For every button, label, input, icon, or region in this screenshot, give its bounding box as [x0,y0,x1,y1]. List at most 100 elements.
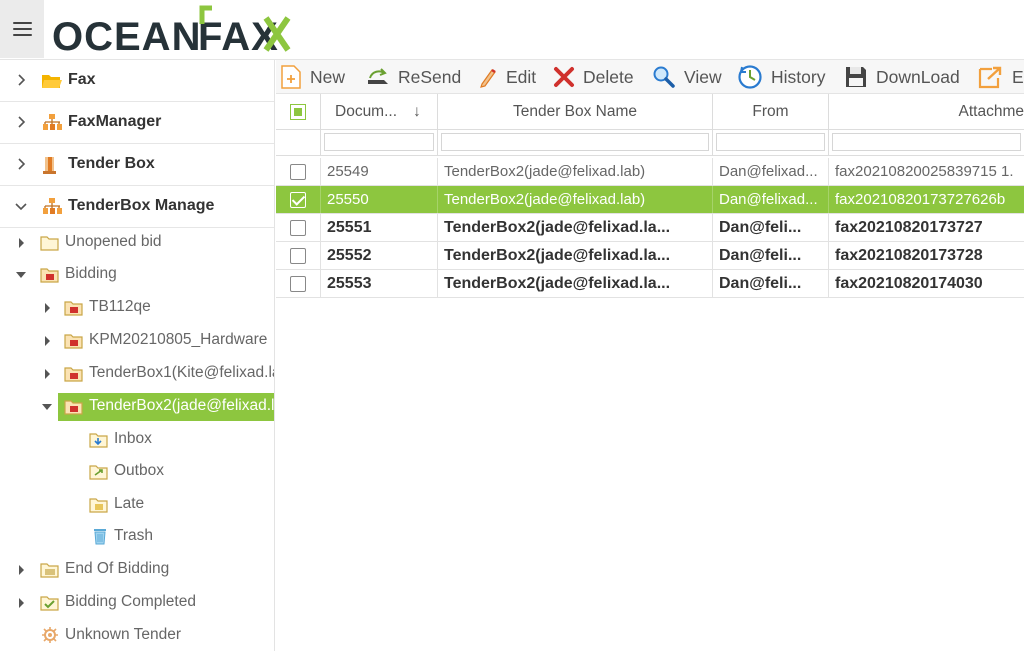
sidebar: Fax FaxManager Tender Box TenderBox Mana… [0,60,275,651]
view-button[interactable]: View [652,60,722,94]
chevron-right-icon[interactable] [15,564,27,576]
hamburger-menu-button[interactable] [0,0,44,58]
resend-button[interactable]: ReSend [366,60,461,94]
tree-item-unopened-bid[interactable]: Unopened bid [0,229,274,257]
row-checkbox-cell[interactable] [276,214,321,241]
row-checkbox[interactable] [290,247,306,264]
sidebar-section-tenderbox-manage[interactable]: TenderBox Manage [0,186,274,228]
inbox-icon [89,433,108,448]
row-checkbox[interactable] [290,275,306,292]
tree-item-tenderbox1[interactable]: TenderBox1(Kite@felixad.lab) [0,360,274,388]
tree-item-tenderbox2-selected[interactable]: TenderBox2(jade@felixad.lab) [58,393,274,421]
tree-item-inbox[interactable]: Inbox [0,426,274,454]
tree-item-trash[interactable]: Trash [0,523,274,551]
floppy-disk-icon [846,67,866,87]
filter-cell-document [321,130,438,156]
tree-item-bidding[interactable]: Bidding [0,261,274,289]
chevron-right-icon[interactable] [41,302,53,314]
sidebar-section-fax[interactable]: Fax [0,60,274,102]
cell-from: Dan@feli... [713,270,829,297]
edit-button[interactable]: Edit [478,60,536,94]
delete-button[interactable]: Delete [553,60,634,94]
chevron-right-icon[interactable] [15,597,27,609]
cell-tender-box-name: TenderBox2(jade@felixad.lab) [438,158,713,185]
tree-item-end-of-bidding[interactable]: End Of Bidding [0,556,274,584]
row-checkbox-cell[interactable] [276,270,321,297]
tree-item-label: TenderBox1(Kite@felixad.lab) [89,364,274,381]
select-all-checkbox[interactable] [290,104,306,120]
row-checkbox-cell[interactable] [276,242,321,269]
chevron-right-icon[interactable] [41,368,53,380]
column-header-attachment[interactable]: Attachme [829,94,1024,130]
filter-input-from[interactable] [716,133,825,151]
tree-item-outbox[interactable]: Outbox [0,458,274,486]
column-header-document[interactable]: Docum... ↓ [321,94,438,130]
filter-input-tender-box-name[interactable] [441,133,709,151]
filter-cell-select [276,130,321,156]
column-header-from[interactable]: From [713,94,829,130]
chevron-right-icon[interactable] [41,335,53,347]
cell-tender-box-name: TenderBox2(jade@felixad.la... [438,214,713,241]
tree-item-bidding-completed[interactable]: Bidding Completed [0,589,274,617]
select-all-cell[interactable] [276,94,321,130]
row-checkbox[interactable] [290,163,306,180]
tree-item-tb112qe[interactable]: TB112qe [0,294,274,322]
tree-item-late[interactable]: Late [0,491,274,519]
table-row-selected[interactable]: 25550 TenderBox2(jade@felixad.lab) Dan@f… [276,186,1024,214]
filter-input-attachment[interactable] [832,133,1021,151]
history-label: History [771,66,826,87]
sidebar-section-label: FaxManager [68,113,162,130]
export-button[interactable]: Ex [978,60,1024,94]
outbox-icon [89,465,108,480]
table-row-unread[interactable]: 25551 TenderBox2(jade@felixad.la... Dan@… [276,214,1024,242]
cell-from: Dan@feli... [713,242,829,269]
document-grid: Docum... ↓ Tender Box Name From Attachme… [276,94,1024,651]
cell-tender-box-name: TenderBox2(jade@felixad.la... [438,270,713,297]
sidebar-section-tender-box[interactable]: Tender Box [0,144,274,186]
tender-box-icon [43,157,56,174]
red-folder-icon [64,367,83,382]
grid-header-row: Docum... ↓ Tender Box Name From Attachme [276,94,1024,130]
toolbar: New ReSend Edit Delete View History Down… [276,60,1024,94]
new-button[interactable]: New [280,60,345,94]
table-row[interactable]: 25549 TenderBox2(jade@felixad.lab) Dan@f… [276,158,1024,186]
tree-item-tenderbox2-row[interactable]: TenderBox2(jade@felixad.lab) [0,393,274,421]
cell-from: Dan@felixad... [713,158,829,185]
pencil-icon [480,68,496,88]
cell-document: 25552 [321,242,438,269]
new-label: New [310,66,346,87]
chevron-right-icon[interactable] [15,237,27,249]
chevron-down-icon[interactable] [41,401,53,413]
filter-input-document[interactable] [324,133,434,151]
tree-item-label: Unopened bid [65,233,162,250]
magnifier-icon [653,66,675,88]
sort-down-icon[interactable]: ↓ [413,103,421,121]
delete-x-icon [554,67,574,87]
chevron-down-icon[interactable] [15,269,27,281]
table-row-unread[interactable]: 25553 TenderBox2(jade@felixad.la... Dan@… [276,270,1024,298]
row-checkbox-cell[interactable] [276,186,321,213]
cell-from: Dan@feli... [713,214,829,241]
trash-icon [94,529,106,545]
tree-item-unknown-tender[interactable]: Unknown Tender [0,622,274,650]
table-row-unread[interactable]: 25552 TenderBox2(jade@felixad.la... Dan@… [276,242,1024,270]
hamburger-icon [12,22,32,36]
org-chart-icon [43,114,62,130]
logo-text-ocean: OCEAN [52,15,201,56]
history-button[interactable]: History [737,60,825,94]
sidebar-section-label: Tender Box [68,155,155,172]
app-header: OCEAN FAX [0,0,1024,60]
cell-attachment: fax20210820173728 [835,246,983,264]
edit-label: Edit [506,66,537,87]
red-folder-icon [40,268,59,283]
row-checkbox-checked[interactable] [290,191,306,208]
cell-document: 25553 [321,270,438,297]
column-header-tender-box-name[interactable]: Tender Box Name [438,94,713,130]
sidebar-section-faxmanager[interactable]: FaxManager [0,102,274,144]
chevron-right-icon [18,116,26,128]
row-checkbox[interactable] [290,219,306,236]
tree-item-kpm20210805-hardware[interactable]: KPM20210805_Hardware [0,327,274,355]
red-folder-icon [64,334,83,349]
download-button[interactable]: DownLoad [844,60,960,94]
row-checkbox-cell[interactable] [276,158,321,185]
